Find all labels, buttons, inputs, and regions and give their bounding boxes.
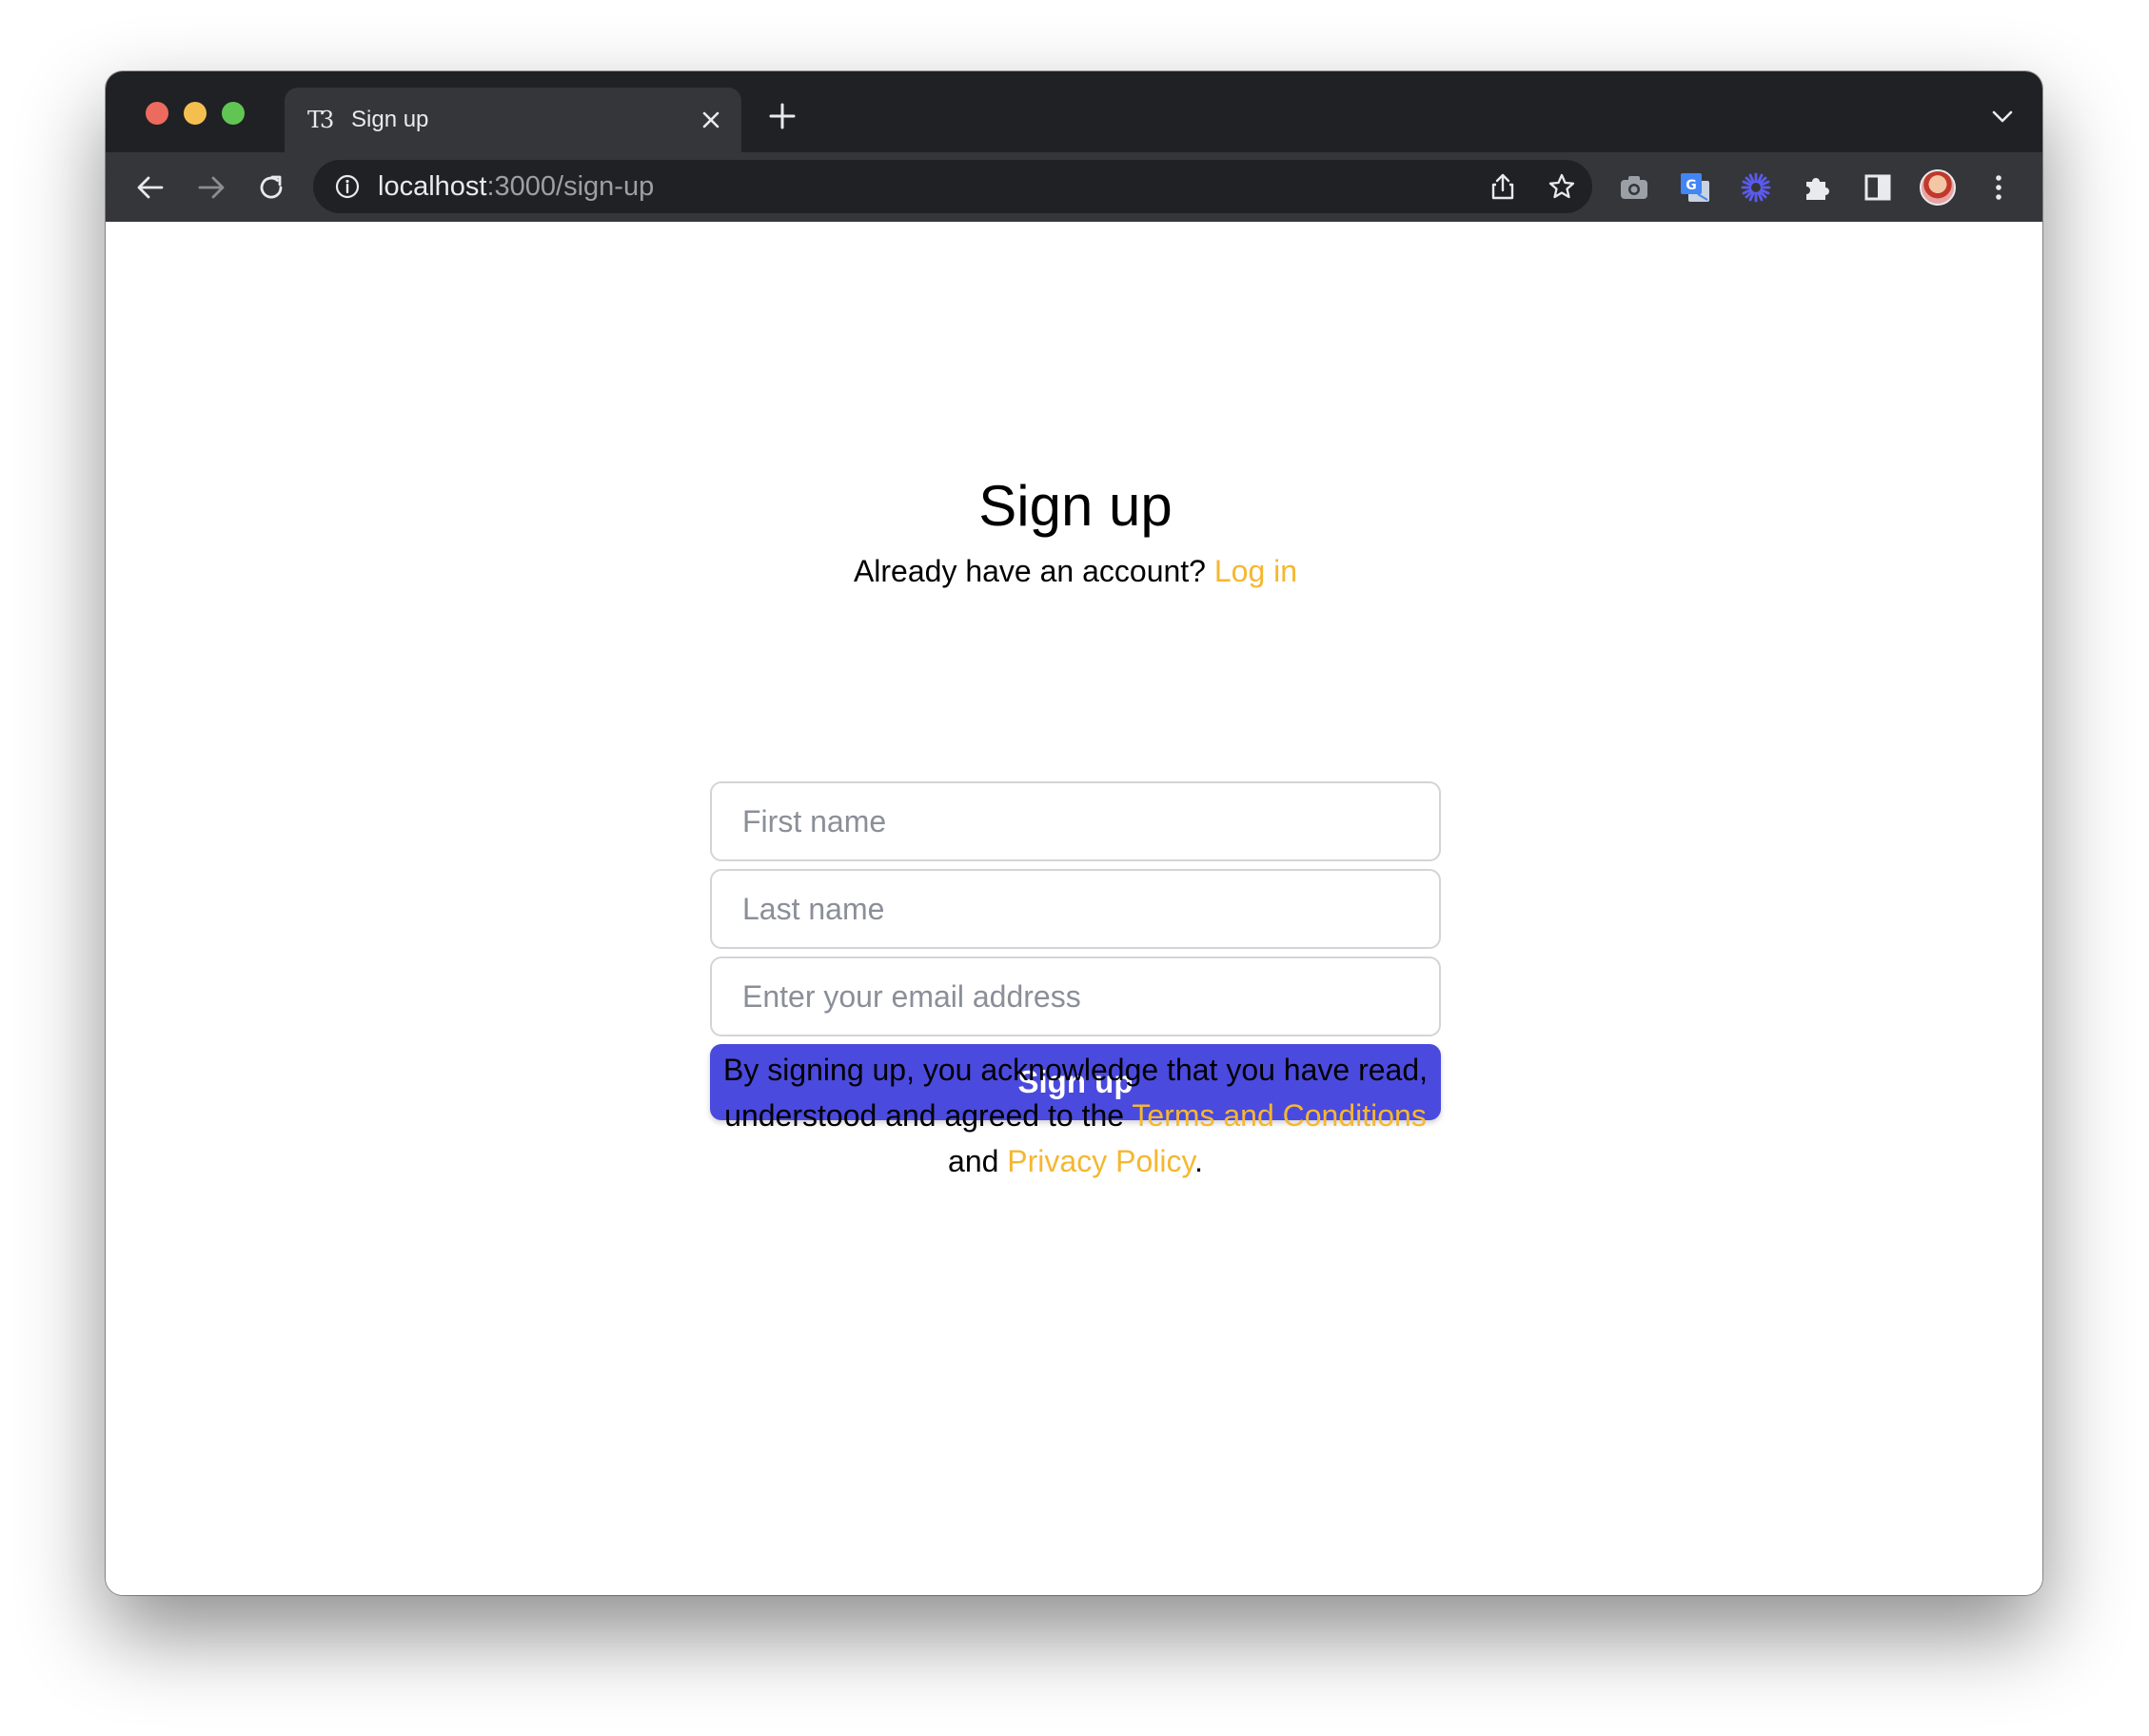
new-tab-plus-icon[interactable] [766,100,798,132]
legal-line-3-text: and [948,1144,999,1178]
close-window-button[interactable] [146,102,168,125]
tab-title: Sign up [351,107,429,132]
first-name-field[interactable] [710,781,1441,861]
snowflake-icon[interactable] [1738,169,1774,206]
t3-favicon-icon: T3 [307,107,334,133]
url-host: localhost [378,171,487,202]
puzzle-icon[interactable] [1799,169,1835,206]
email-field[interactable] [710,957,1441,1036]
camera-icon[interactable] [1616,169,1652,206]
forward-arrow-icon[interactable] [193,169,229,206]
browser-window: T3 Sign up localhost:3000/sign-up G Sign… [106,71,2042,1595]
page-content: Sign up Already have an account? Log in … [106,222,2042,1595]
login-prompt: Already have an account? Log in [710,552,1441,590]
legal-period: . [1194,1144,1203,1178]
tab-bar: T3 Sign up [106,71,2042,152]
close-icon[interactable] [696,105,726,135]
terms-link[interactable]: Terms and Conditions [1132,1098,1426,1133]
info-icon[interactable] [334,173,361,200]
minimize-window-button[interactable] [184,102,207,125]
translate-icon[interactable]: G [1677,169,1713,206]
login-link[interactable]: Log in [1214,554,1297,588]
url-path: :3000/sign-up [486,171,655,202]
privacy-link[interactable]: Privacy Policy [1007,1144,1194,1178]
url-text[interactable]: localhost:3000/sign-up [378,171,654,202]
tab-sign-up[interactable]: T3 Sign up [285,88,741,152]
login-prompt-text: Already have an account? [853,554,1206,588]
page-title: Sign up [978,474,1173,538]
back-arrow-icon[interactable] [132,169,168,206]
reload-icon[interactable] [253,169,289,206]
profile-avatar[interactable] [1920,169,1956,206]
legal-line-2-text: understood and agreed to the [724,1098,1125,1133]
side-panel-icon[interactable] [1860,169,1896,206]
last-name-field[interactable] [710,869,1441,949]
maximize-window-button[interactable] [222,102,245,125]
share-icon[interactable] [1488,171,1518,202]
legal-line-1: By signing up, you acknowledge that you … [722,1053,1429,1087]
address-bar[interactable]: localhost:3000/sign-up [313,160,1592,213]
menu-dots-icon[interactable] [1981,169,2017,206]
legal-notice: By signing up, you acknowledge that you … [710,1047,1441,1184]
svg-text:G: G [1686,178,1697,193]
star-icon[interactable] [1547,171,1577,202]
chevron-down-icon[interactable] [1989,104,2016,130]
browser-toolbar: localhost:3000/sign-up G [106,152,2042,222]
